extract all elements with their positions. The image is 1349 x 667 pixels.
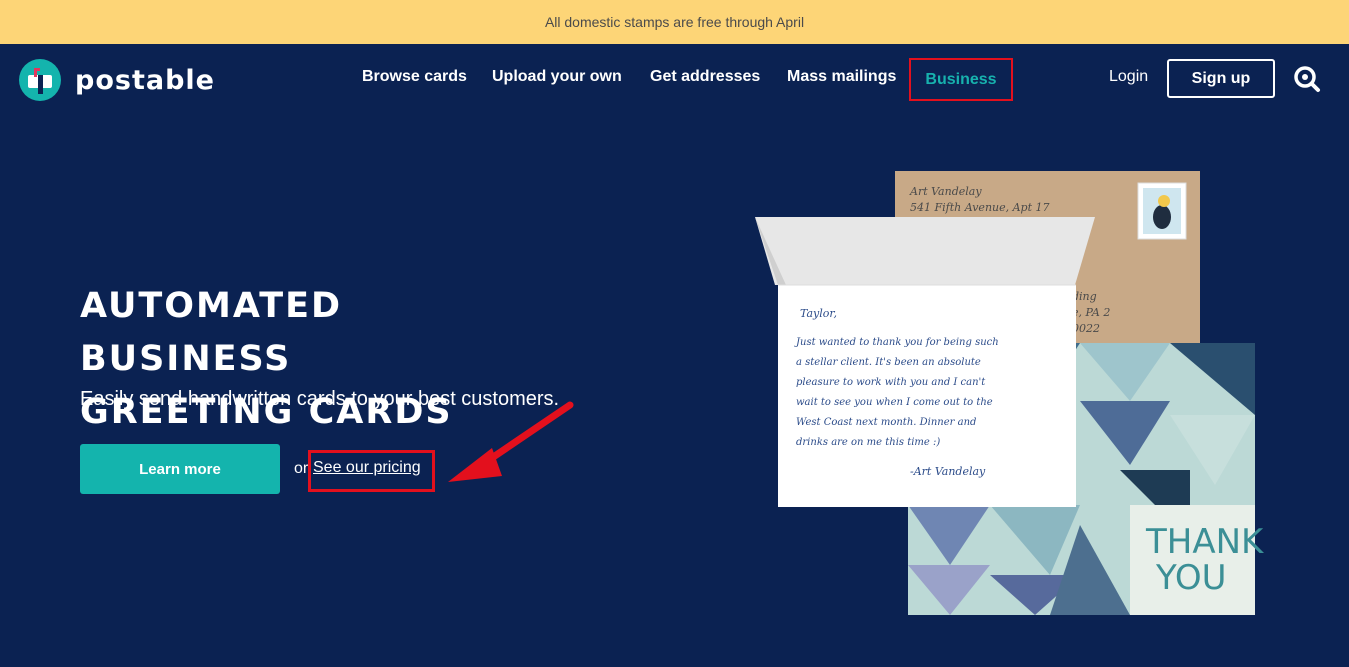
note-greeting: Taylor, bbox=[800, 307, 837, 320]
note-signature: -Art Vandelay bbox=[910, 465, 986, 478]
nav-mass-mailings[interactable]: Mass mailings bbox=[787, 68, 896, 86]
search-icon[interactable] bbox=[1293, 65, 1321, 93]
stamp-icon bbox=[1137, 182, 1187, 240]
note-line-2: a stellar client. It's been an absolute bbox=[796, 357, 981, 368]
envelope-address-line-2: 541 Fifth Avenue, Apt 17 bbox=[910, 201, 1050, 214]
note-line-6: drinks are on me this time :) bbox=[796, 437, 940, 448]
nav-browse-cards[interactable]: Browse cards bbox=[362, 68, 467, 86]
top-navigation: postable Browse cards Upload your own Ge… bbox=[0, 44, 1349, 116]
nav-get-addresses[interactable]: Get addresses bbox=[650, 68, 760, 86]
see-pricing-link[interactable]: See our pricing bbox=[313, 459, 421, 477]
postable-logo[interactable]: postable bbox=[19, 59, 215, 101]
envelope-text-fragment-3: 0022 bbox=[1072, 322, 1100, 335]
signup-button[interactable]: Sign up bbox=[1167, 59, 1275, 98]
promo-banner-text: All domestic stamps are free through Apr… bbox=[544, 14, 805, 30]
note-line-5: West Coast next month. Dinner and bbox=[796, 417, 976, 428]
nav-business-label: Business bbox=[925, 70, 997, 88]
login-link[interactable]: Login bbox=[1109, 68, 1148, 86]
signup-label: Sign up bbox=[1191, 69, 1251, 87]
or-text: or bbox=[294, 460, 309, 477]
promo-banner: All domestic stamps are free through Apr… bbox=[0, 0, 1349, 44]
hero-title-line-1: AUTOMATED BUSINESS bbox=[80, 286, 343, 379]
note-line-1: Just wanted to thank you for being such bbox=[794, 337, 999, 348]
card-front-text-1: THANK bbox=[1145, 522, 1265, 562]
logo-text: postable bbox=[75, 64, 215, 96]
note-line-3: pleasure to work with you and I can't bbox=[796, 377, 986, 388]
nav-upload-your-own[interactable]: Upload your own bbox=[492, 68, 622, 86]
mailbox-logo-icon bbox=[19, 59, 61, 101]
learn-more-label: Learn more bbox=[139, 460, 221, 478]
envelope-text-fragment-2: e, PA 2 bbox=[1072, 306, 1110, 319]
nav-business[interactable]: Business bbox=[909, 58, 1013, 101]
learn-more-button[interactable]: Learn more bbox=[80, 444, 280, 494]
annotation-arrow-icon bbox=[448, 401, 574, 482]
envelope-address-line-1: Art Vandelay bbox=[909, 185, 982, 198]
note-line-4: wait to see you when I come out to the bbox=[796, 397, 993, 408]
greeting-card-illustration: Art Vandelay 541 Fifth Avenue, Apt 17 di… bbox=[755, 171, 1265, 615]
open-handwritten-card: Taylor, Just wanted to thank you for bei… bbox=[755, 217, 1095, 507]
card-front-text-2: YOU bbox=[1155, 558, 1227, 598]
